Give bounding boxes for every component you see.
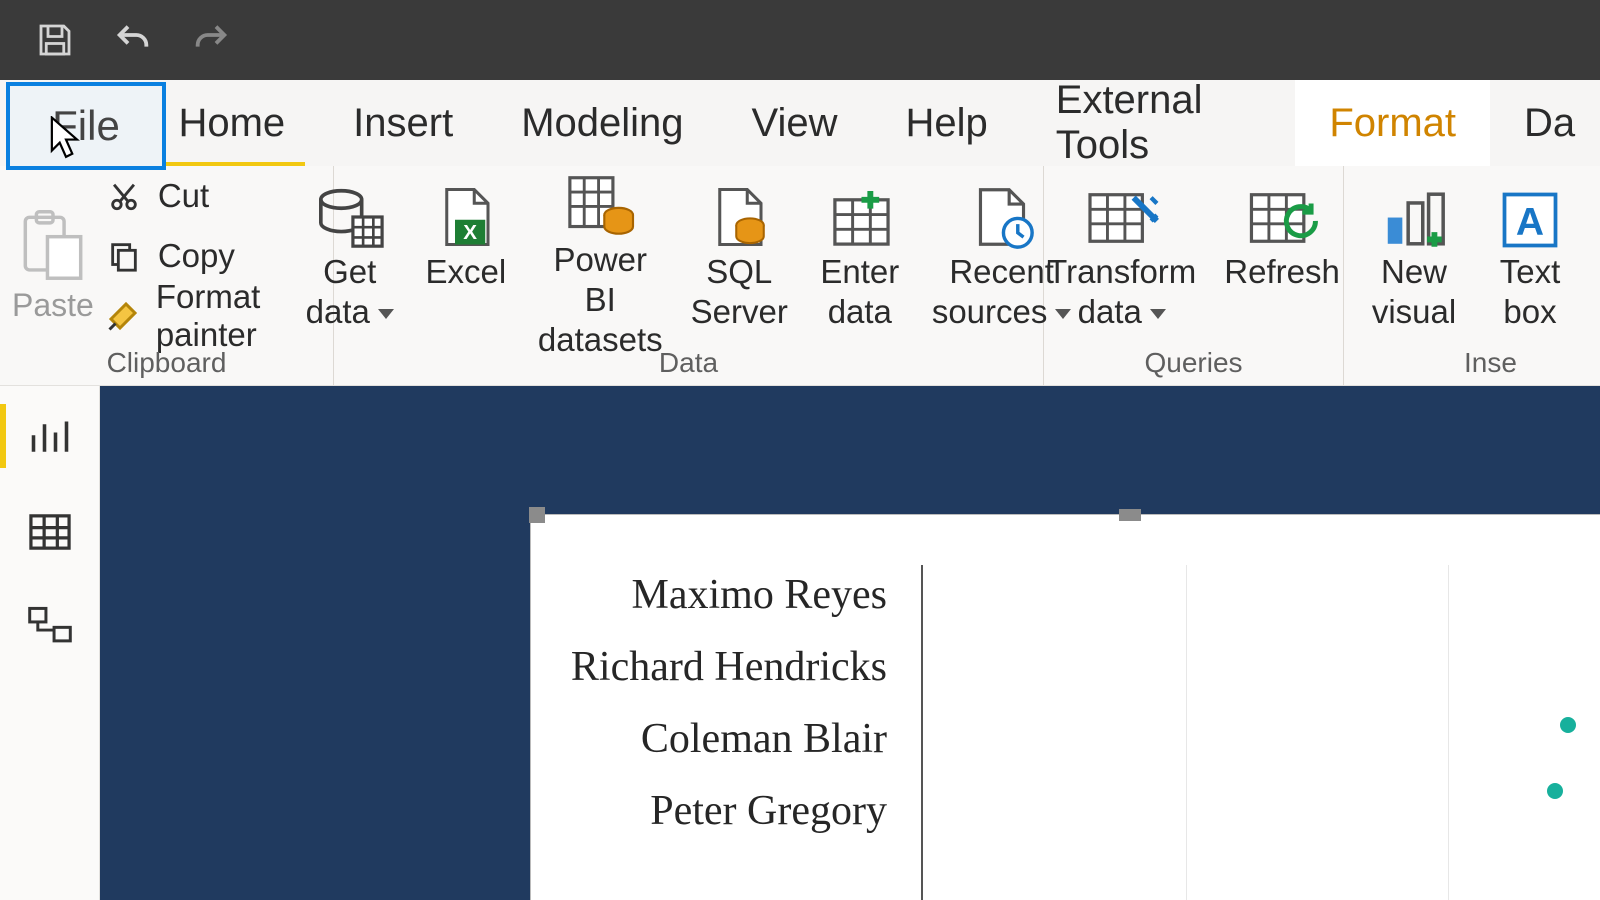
quick-access-toolbar	[0, 0, 1600, 80]
work-area: Maximo Reyes Richard Hendricks Coleman B…	[0, 386, 1600, 900]
undo-button[interactable]	[108, 17, 158, 63]
tab-file[interactable]: File	[6, 82, 166, 170]
group-label-queries: Queries	[1044, 347, 1343, 379]
tab-help[interactable]: Help	[872, 80, 1022, 166]
group-label-data: Data	[334, 347, 1043, 379]
pbi-datasets-icon	[556, 172, 644, 238]
svg-text:X: X	[463, 221, 477, 244]
axis-label: Maximo Reyes	[632, 571, 887, 619]
chevron-down-icon	[1150, 309, 1166, 319]
transform-data-icon	[1078, 172, 1166, 250]
new-visual-icon	[1370, 172, 1458, 250]
new-visual-button[interactable]: Newvisual	[1356, 172, 1472, 342]
excel-icon: X	[422, 172, 510, 250]
sql-server-icon	[695, 172, 783, 250]
refresh-icon	[1238, 172, 1326, 250]
group-label-insert: Inse	[1344, 347, 1600, 379]
sql-server-button[interactable]: SQLServer	[677, 172, 802, 342]
text-box-icon: A	[1486, 172, 1574, 250]
copy-button[interactable]: Copy	[104, 232, 321, 280]
cut-icon	[104, 179, 144, 213]
group-clipboard: Paste Cut Cop	[0, 166, 334, 385]
data-point	[1547, 783, 1563, 799]
svg-text:A: A	[1516, 201, 1544, 244]
group-queries: Transformdata Refresh Queries	[1044, 166, 1344, 385]
axis-label: Coleman Blair	[641, 715, 887, 763]
transform-data-button[interactable]: Transformdata	[1033, 172, 1210, 342]
format-painter-icon	[104, 298, 142, 334]
tab-view[interactable]: View	[718, 80, 872, 166]
resize-handle[interactable]	[529, 507, 545, 523]
format-painter-button[interactable]: Format painter	[104, 292, 321, 340]
refresh-button[interactable]: Refresh	[1210, 172, 1354, 342]
get-data-button[interactable]: Getdata	[292, 172, 408, 342]
report-canvas[interactable]: Maximo Reyes Richard Hendricks Coleman B…	[100, 386, 1600, 900]
axis-label: Richard Hendricks	[571, 643, 887, 691]
y-axis-labels: Maximo Reyes Richard Hendricks Coleman B…	[551, 565, 921, 900]
tab-home[interactable]: Home	[144, 80, 319, 166]
view-rail	[0, 386, 100, 900]
cut-button[interactable]: Cut	[104, 172, 321, 220]
paste-icon	[18, 209, 88, 281]
paste-button[interactable]: Paste	[12, 174, 94, 324]
model-view-button[interactable]	[24, 600, 76, 652]
tab-data-cutoff[interactable]: Da	[1490, 80, 1600, 166]
enter-data-button[interactable]: Enterdata	[802, 172, 918, 342]
chevron-down-icon	[378, 309, 394, 319]
plot-area	[921, 565, 1600, 900]
tab-format[interactable]: Format	[1295, 80, 1490, 166]
save-button[interactable]	[30, 17, 80, 63]
active-view-indicator	[0, 404, 6, 468]
group-insert: Newvisual A Textbox Inse	[1344, 166, 1600, 385]
data-view-button[interactable]	[24, 506, 76, 558]
power-bi-datasets-button[interactable]: Power BIdatasets	[524, 172, 677, 342]
chart-visual[interactable]: Maximo Reyes Richard Hendricks Coleman B…	[530, 514, 1600, 900]
ribbon: Paste Cut Cop	[0, 166, 1600, 386]
redo-button[interactable]	[186, 17, 236, 63]
ribbon-tabs: Home Insert Modeling View Help External …	[0, 80, 1600, 166]
group-label-clipboard: Clipboard	[0, 347, 333, 379]
excel-button[interactable]: X Excel	[408, 172, 524, 342]
enter-data-icon	[816, 172, 904, 250]
group-data: Getdata X Excel Power BIdatasets SQLServ…	[334, 166, 1044, 385]
data-point	[1560, 717, 1576, 733]
chart-area: Maximo Reyes Richard Hendricks Coleman B…	[551, 565, 1600, 900]
tab-external-tools[interactable]: External Tools	[1022, 80, 1296, 166]
resize-handle[interactable]	[1119, 509, 1141, 521]
copy-icon	[104, 239, 144, 273]
tab-insert[interactable]: Insert	[319, 80, 487, 166]
text-box-button[interactable]: A Textbox	[1472, 172, 1588, 342]
tab-modeling[interactable]: Modeling	[487, 80, 717, 166]
report-view-button[interactable]	[24, 412, 76, 464]
get-data-icon	[306, 172, 394, 250]
axis-label: Peter Gregory	[650, 787, 887, 835]
